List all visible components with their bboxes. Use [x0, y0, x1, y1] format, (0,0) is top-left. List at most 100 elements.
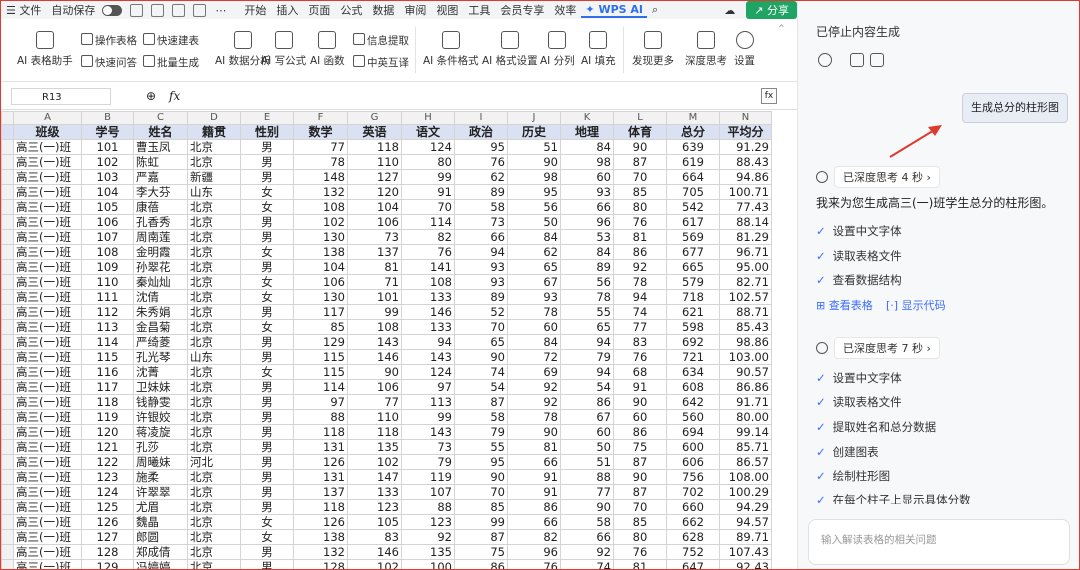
row-number[interactable]	[1, 379, 14, 395]
table-cell[interactable]: 94	[560, 334, 614, 350]
table-cell[interactable]: 77	[613, 319, 667, 335]
table-cell[interactable]: 北京	[187, 259, 241, 275]
quick-qa-button[interactable]: 快速问答	[81, 55, 137, 70]
table-cell[interactable]: 752	[666, 544, 720, 560]
table-cell[interactable]: 106	[347, 214, 402, 230]
table-cell[interactable]: 56	[507, 199, 561, 215]
table-cell[interactable]: 男	[240, 454, 294, 470]
table-cell[interactable]: 100	[401, 559, 455, 569]
tab-wps-ai[interactable]: ✦ WPS AI	[581, 3, 647, 18]
row-number[interactable]	[1, 439, 14, 455]
table-cell[interactable]: 94	[401, 334, 455, 350]
table-cell[interactable]: 66	[454, 229, 508, 245]
table-cell[interactable]: 男	[240, 139, 294, 155]
table-cell[interactable]: 721	[666, 349, 720, 365]
table-cell[interactable]: 高三(一)班	[13, 529, 82, 545]
table-cell[interactable]: 95	[507, 184, 561, 200]
table-cell[interactable]: 124	[401, 364, 455, 380]
table-cell[interactable]: 高三(一)班	[13, 379, 82, 395]
table-cell[interactable]: 86	[454, 559, 508, 569]
table-cell[interactable]: 女	[240, 529, 294, 545]
tab-insert[interactable]: 插入	[271, 2, 303, 18]
batch-generate-button[interactable]: 批量生成	[143, 55, 199, 70]
zoom-icon[interactable]: ⊕	[146, 89, 156, 103]
table-cell[interactable]: 高三(一)班	[13, 349, 82, 365]
table-cell[interactable]: 高三(一)班	[13, 334, 82, 350]
table-cell[interactable]: 94	[613, 289, 667, 305]
table-cell[interactable]: 75	[613, 439, 667, 455]
formula-input[interactable]	[191, 88, 779, 105]
table-cell[interactable]: 118	[293, 499, 348, 515]
table-cell[interactable]: 99.14	[719, 424, 772, 440]
thumbs-down-icon[interactable]	[870, 53, 884, 67]
table-cell[interactable]: 女	[240, 364, 294, 380]
table-cell[interactable]: 78	[613, 274, 667, 290]
table-cell[interactable]: 陈虹	[133, 154, 188, 170]
column-letter[interactable]: H	[401, 111, 455, 125]
table-cell[interactable]: 女	[240, 289, 294, 305]
table-cell[interactable]: 男	[240, 154, 294, 170]
table-cell[interactable]: 北京	[187, 274, 241, 290]
table-cell[interactable]: 孔香秀	[133, 214, 188, 230]
table-cell[interactable]: 高三(一)班	[13, 274, 82, 290]
table-cell[interactable]: 74	[613, 304, 667, 320]
table-cell[interactable]: 117	[293, 304, 348, 320]
tab-tools[interactable]: 工具	[463, 2, 495, 18]
table-cell[interactable]: 128	[293, 559, 348, 569]
table-cell[interactable]: 95.00	[719, 259, 772, 275]
table-cell[interactable]: 95	[454, 454, 508, 470]
table-cell[interactable]: 87	[613, 154, 667, 170]
table-cell[interactable]: 60	[560, 424, 614, 440]
table-cell[interactable]: 男	[240, 484, 294, 500]
table-cell[interactable]: 129	[81, 559, 134, 569]
table-cell[interactable]: 85	[613, 514, 667, 530]
column-letter[interactable]: B	[81, 111, 134, 125]
header-cell[interactable]: 班级	[13, 124, 82, 140]
table-cell[interactable]: 598	[666, 319, 720, 335]
table-cell[interactable]: 86.86	[719, 379, 772, 395]
table-cell[interactable]: 126	[81, 514, 134, 530]
table-cell[interactable]: 118	[347, 139, 402, 155]
table-cell[interactable]: 许银姣	[133, 409, 188, 425]
table-cell[interactable]: 60	[613, 409, 667, 425]
table-cell[interactable]: 男	[240, 349, 294, 365]
table-cell[interactable]: 94	[560, 364, 614, 380]
table-cell[interactable]: 高三(一)班	[13, 394, 82, 410]
table-cell[interactable]: 北京	[187, 409, 241, 425]
table-cell[interactable]: 85	[293, 319, 348, 335]
table-cell[interactable]: 北京	[187, 379, 241, 395]
table-cell[interactable]: 122	[81, 454, 134, 470]
table-cell[interactable]: 73	[347, 229, 402, 245]
table-cell[interactable]: 87	[613, 484, 667, 500]
table-cell[interactable]: 尤眉	[133, 499, 188, 515]
table-cell[interactable]: 高三(一)班	[13, 364, 82, 380]
row-number[interactable]	[1, 214, 14, 230]
row-number[interactable]	[1, 199, 14, 215]
table-cell[interactable]: 孔光琴	[133, 349, 188, 365]
chat-input[interactable]: 输入解读表格的相关问题	[808, 519, 1070, 565]
tab-data[interactable]: 数据	[367, 2, 399, 18]
table-cell[interactable]: 108	[347, 319, 402, 335]
table-cell[interactable]: 104	[347, 199, 402, 215]
table-cell[interactable]: 621	[666, 304, 720, 320]
row-number[interactable]	[1, 454, 14, 470]
table-cell[interactable]: 107.43	[719, 544, 772, 560]
table-cell[interactable]: 53	[560, 229, 614, 245]
header-cell[interactable]: 姓名	[133, 124, 188, 140]
table-cell[interactable]: 87	[454, 394, 508, 410]
table-cell[interactable]: 62	[454, 169, 508, 185]
table-cell[interactable]: 619	[666, 154, 720, 170]
table-cell[interactable]: 沈倩	[133, 289, 188, 305]
table-cell[interactable]: 110	[347, 154, 402, 170]
table-cell[interactable]: 孙翠花	[133, 259, 188, 275]
table-cell[interactable]: 90	[613, 469, 667, 485]
table-cell[interactable]: 高三(一)班	[13, 244, 82, 260]
table-cell[interactable]: 84	[560, 244, 614, 260]
table-cell[interactable]: 92	[507, 379, 561, 395]
table-cell[interactable]: 女	[240, 184, 294, 200]
table-cell[interactable]: 魏晶	[133, 514, 188, 530]
table-cell[interactable]: 58	[454, 409, 508, 425]
table-cell[interactable]: 97	[401, 379, 455, 395]
table-cell[interactable]: 99	[401, 169, 455, 185]
table-cell[interactable]: 男	[240, 259, 294, 275]
